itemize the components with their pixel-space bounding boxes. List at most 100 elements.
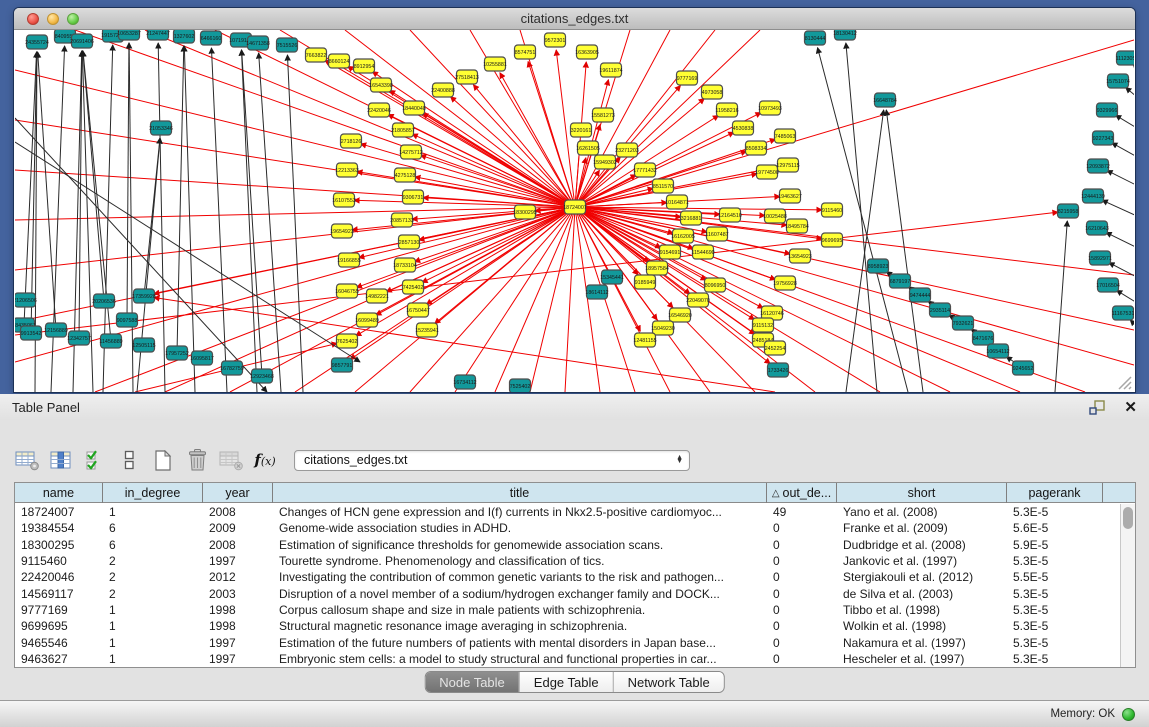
graph-node[interactable]: 10653287 — [117, 30, 141, 40]
graph-node[interactable]: 21805857 — [391, 123, 415, 137]
graph-node[interactable]: 21053346 — [149, 121, 173, 135]
table-row[interactable]: 977716911998Corpus callosum shape and si… — [15, 602, 1119, 618]
graph-node[interactable]: 15581273 — [591, 108, 615, 122]
column-header-short[interactable]: short — [837, 483, 1007, 503]
graph-node[interactable]: 7485063 — [775, 129, 796, 143]
graph-node[interactable]: 17771432 — [633, 163, 657, 177]
graph-node[interactable]: 9913542 — [21, 326, 42, 340]
graph-node[interactable]: 2718126 — [341, 134, 362, 148]
table-row[interactable]: 1938455462009Genome-wide association stu… — [15, 520, 1119, 536]
graph-node[interactable]: 17016504 — [1096, 278, 1120, 292]
graph-node[interactable]: 7515526 — [277, 38, 298, 52]
graph-node[interactable]: 24355724 — [25, 35, 49, 49]
table-row[interactable]: 946554611997Estimation of the future num… — [15, 634, 1119, 650]
graph-node[interactable]: 11958216 — [715, 103, 738, 117]
column-header-pagerank[interactable]: pagerank — [1007, 483, 1103, 503]
graph-node[interactable]: 18300295 — [513, 205, 537, 219]
graph-node[interactable]: 7932621 — [953, 316, 974, 330]
column-header-name[interactable]: name — [15, 483, 103, 503]
graph-node[interactable]: 10973493 — [758, 101, 782, 115]
table-selector-dropdown[interactable]: citations_edges.txt ▲▼ — [294, 450, 690, 471]
graph-node[interactable]: 4530838 — [733, 121, 754, 135]
graph-node[interactable]: 12156889 — [44, 323, 68, 337]
close-panel-icon[interactable]: ✕ — [1124, 400, 1137, 415]
graph-node[interactable]: 1327602 — [174, 30, 195, 43]
graph-node[interactable]: 18733104 — [393, 258, 417, 272]
table-row[interactable]: 1456911722003Disruption of a novel membe… — [15, 585, 1119, 601]
graph-node[interactable]: 18440048 — [402, 101, 426, 115]
graph-node[interactable]: 22400888 — [431, 83, 455, 97]
graph-node[interactable]: 16210643 — [1085, 221, 1109, 235]
graph-node[interactable]: 9777169 — [677, 71, 698, 85]
graph-node[interactable]: 9329966 — [1097, 103, 1118, 117]
graph-node[interactable]: 12444139 — [1081, 189, 1105, 203]
graph-node[interactable]: 17359928 — [132, 289, 156, 303]
resize-grip[interactable] — [1116, 374, 1132, 390]
graph-node[interactable]: 12093872 — [1086, 159, 1110, 173]
graph-node[interactable]: 16750447 — [406, 303, 430, 317]
graph-node[interactable]: 16162005 — [671, 229, 695, 243]
graph-node[interactable]: 10164871 — [665, 195, 689, 209]
graph-node[interactable]: 18130412 — [833, 30, 857, 40]
graph-node[interactable]: 16648784 — [873, 93, 897, 107]
table-row[interactable]: 946362711997Embryonic stem cells: a mode… — [15, 651, 1119, 667]
graph-node[interactable]: 8096950 — [705, 278, 726, 292]
graph-node[interactable]: 11544690 — [691, 245, 714, 259]
graph-node[interactable]: 7525402 — [510, 379, 531, 392]
graph-node[interactable]: 15235941 — [415, 323, 439, 337]
show-columns-button[interactable] — [48, 447, 74, 473]
graph-node[interactable]: 4973058 — [702, 85, 723, 99]
graph-node[interactable]: 9115132 — [753, 318, 774, 332]
graph-node[interactable]: 9154691 — [660, 245, 681, 259]
network-window-titlebar[interactable]: citations_edges.txt — [14, 8, 1135, 30]
graph-node[interactable]: 12342757 — [67, 331, 91, 345]
graph-node[interactable]: 10255881 — [483, 57, 507, 71]
graph-node[interactable]: 14982221 — [365, 289, 389, 303]
graph-node[interactable]: 20206536 — [92, 294, 116, 308]
graph-node[interactable]: 10025488 — [763, 209, 787, 223]
graph-node[interactable]: 4275128 — [395, 168, 416, 182]
graph-node[interactable]: 21206506 — [15, 293, 37, 307]
graph-node[interactable]: 16095817 — [190, 351, 214, 365]
graph-node[interactable]: 9857791 — [332, 358, 353, 372]
table-row[interactable]: 1830029562008Estimation of significance … — [15, 537, 1119, 553]
graph-node[interactable]: 9115460 — [822, 203, 843, 217]
graph-node[interactable]: 7625402 — [337, 334, 358, 348]
graph-node[interactable]: 16363905 — [575, 45, 599, 59]
graph-node[interactable]: 13654923 — [788, 249, 812, 263]
column-header-year[interactable]: year — [203, 483, 273, 503]
table-scrollbar[interactable] — [1120, 504, 1135, 667]
graph-node[interactable]: 9474444 — [910, 288, 931, 302]
graph-node[interactable]: 12213363 — [335, 163, 359, 177]
graph-node[interactable]: 8511570 — [653, 179, 674, 193]
graph-node[interactable]: 2857130 — [399, 235, 420, 249]
graph-node[interactable]: 22420046 — [367, 103, 391, 117]
graph-node[interactable]: 20691406 — [70, 34, 94, 48]
delete-table-button[interactable] — [184, 447, 210, 473]
tab-edge-table[interactable]: Edge Table — [519, 672, 613, 692]
clear-selection-button[interactable] — [116, 447, 142, 473]
graph-node[interactable]: 19463627 — [778, 189, 802, 203]
graph-node[interactable]: 19611874 — [599, 63, 622, 77]
graph-node[interactable]: 8471676 — [973, 331, 994, 345]
graph-node[interactable]: 16734112 — [453, 375, 476, 389]
function-builder-button[interactable]: f(x) — [252, 447, 278, 473]
column-header-out-de[interactable]: △out_de... — [767, 483, 837, 503]
graph-node[interactable]: 3216881 — [681, 211, 702, 225]
graph-node[interactable]: 23271203 — [615, 143, 639, 157]
tab-network-table[interactable]: Network Table — [613, 672, 724, 692]
column-header-title[interactable]: title — [273, 483, 767, 503]
graph-node[interactable]: 16046755 — [335, 284, 359, 298]
graph-node[interactable]: 12481155 — [633, 333, 656, 347]
graph-node[interactable]: 7663822 — [306, 48, 327, 62]
graph-node[interactable]: 11123055 — [1116, 51, 1134, 65]
graph-node[interactable]: 11607487 — [705, 227, 728, 241]
graph-node[interactable]: 15751074 — [1106, 74, 1130, 88]
graph-node[interactable]: 9097588 — [117, 313, 138, 327]
graph-node[interactable]: 21247447 — [146, 30, 170, 40]
table-row[interactable]: 911546021997Tourette syndrome. Phenomeno… — [15, 553, 1119, 569]
table-row[interactable]: 969969511998Structural magnetic resonanc… — [15, 618, 1119, 634]
graph-node[interactable]: 22049070 — [686, 293, 710, 307]
graph-node[interactable]: 27518413 — [455, 70, 479, 84]
float-panel-icon[interactable] — [1089, 400, 1106, 415]
